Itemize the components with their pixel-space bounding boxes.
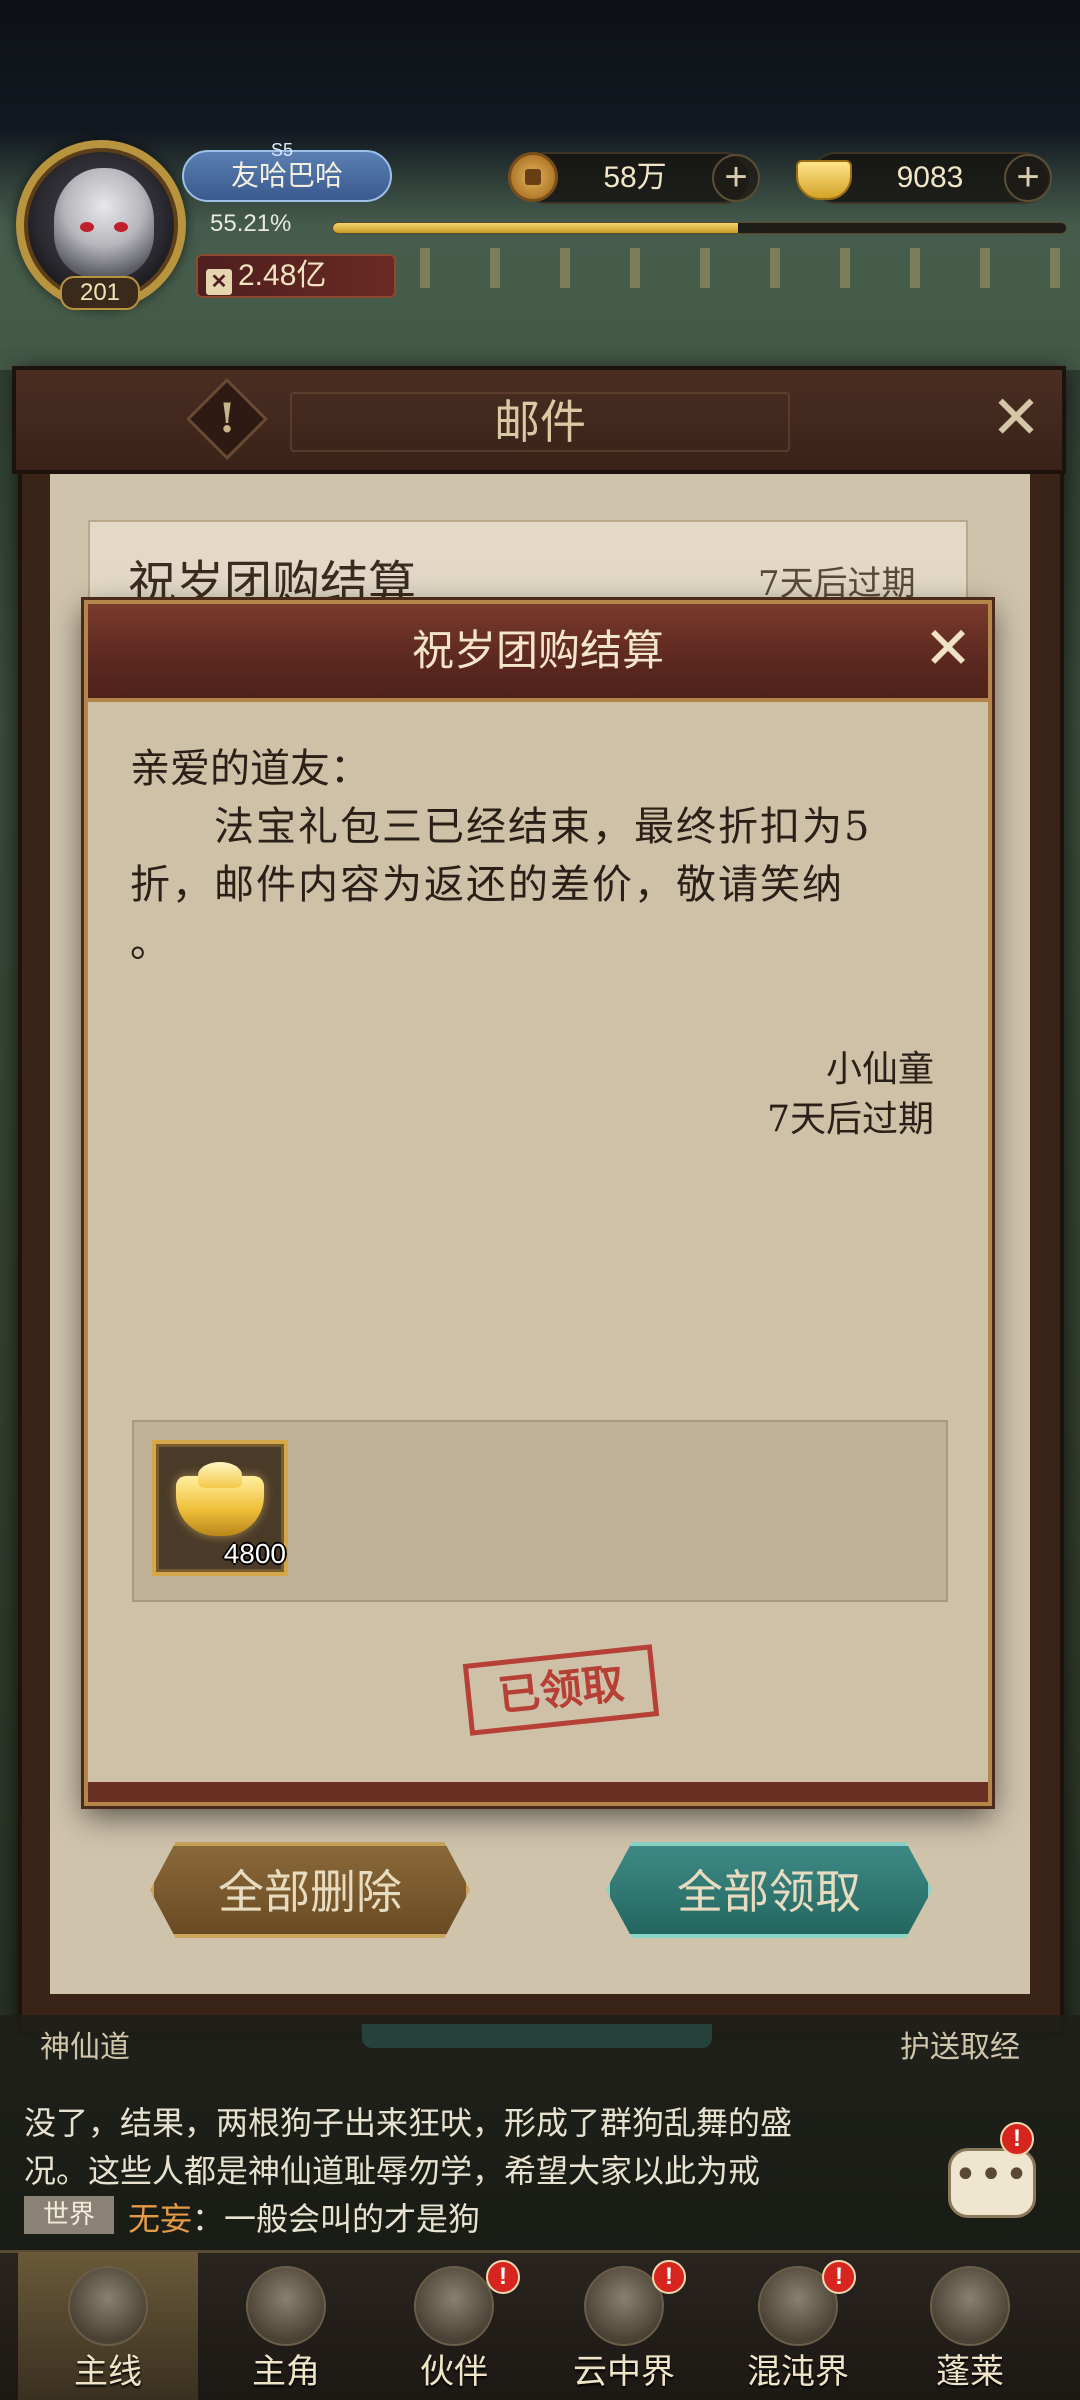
gold-ingot-top <box>198 1462 242 1488</box>
dialog-close-icon[interactable]: ✕ <box>916 616 980 680</box>
dialog-title: 祝岁团购结算 <box>411 626 664 675</box>
attachment-count: 4800 <box>223 1538 286 1569</box>
mail-sender: 小仙童 <box>825 1049 934 1090</box>
dialog-footer <box>88 1782 988 1802</box>
mail-body-line: 法宝礼包三已经结束，最终折扣为5 <box>130 804 872 850</box>
mail-expire: 7天后过期 <box>767 1099 934 1140</box>
mail-greeting: 亲爱的道友： <box>130 746 370 792</box>
mail-body-line: 折，邮件内容为返还的差价，敬请笑纳 <box>130 862 844 908</box>
mail-body-line: 。 <box>130 920 172 966</box>
